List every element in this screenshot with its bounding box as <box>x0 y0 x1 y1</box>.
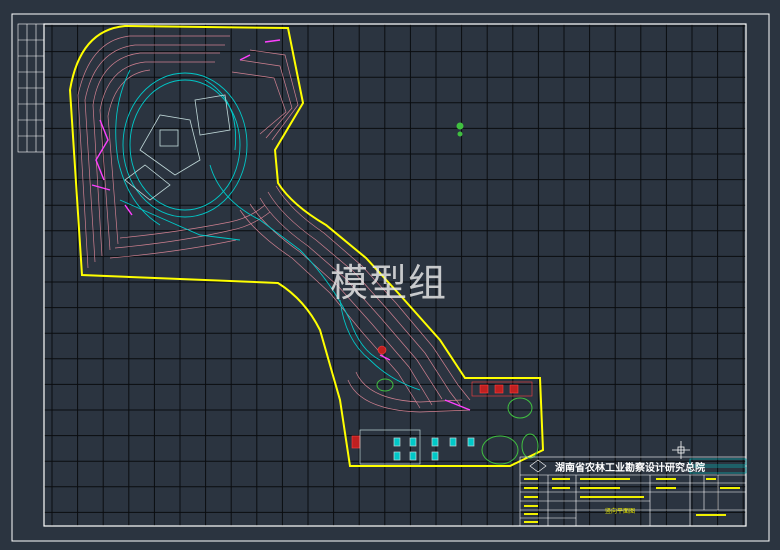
vegetation <box>376 122 539 465</box>
site-boundary <box>68 24 545 467</box>
contour-lines <box>77 35 471 413</box>
drawing-grid <box>44 24 746 526</box>
binding-strip <box>17 23 45 153</box>
title-block-text-marks <box>524 478 740 523</box>
title-block-org-name: 湖南省农林工业勘察设计研究总院 <box>555 463 705 474</box>
title-block-drawing-name: 竖向平面图 <box>605 508 636 515</box>
garden-paths <box>115 69 421 391</box>
crosshair-cursor-icon <box>672 441 690 459</box>
